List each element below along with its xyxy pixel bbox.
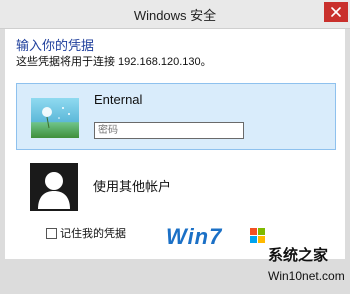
close-icon bbox=[331, 7, 341, 17]
use-other-account-tile[interactable]: 使用其他帐户 bbox=[16, 153, 336, 219]
dialog-content: 输入你的凭据 这些凭据将用于连接 192.168.120.130。 Entern… bbox=[5, 29, 345, 259]
user-avatar bbox=[31, 98, 79, 138]
generic-user-avatar bbox=[30, 163, 78, 211]
remember-credentials-label: 记住我的凭据 bbox=[60, 228, 126, 240]
use-other-account-label: 使用其他帐户 bbox=[93, 179, 172, 194]
checkbox-icon[interactable] bbox=[46, 227, 57, 239]
dialog-footer bbox=[0, 259, 350, 294]
security-dialog-window: Windows 安全 输入你的凭据 这些凭据将用于连接 192.168.120.… bbox=[0, 0, 350, 294]
password-field[interactable] bbox=[94, 122, 244, 139]
remember-credentials-checkbox[interactable]: 记住我的凭据 bbox=[46, 225, 126, 241]
account-tile-selected[interactable]: Enternal bbox=[16, 83, 336, 150]
user-silhouette-icon bbox=[38, 172, 70, 209]
account-name: Enternal bbox=[94, 92, 143, 107]
window-title: Windows 安全 bbox=[133, 8, 217, 23]
dialog-subtext: 这些凭据将用于连接 192.168.120.130。 bbox=[16, 56, 212, 68]
title-bar[interactable]: Windows 安全 bbox=[0, 0, 350, 29]
dialog-heading: 输入你的凭据 bbox=[16, 38, 95, 53]
dandelion-photo-icon bbox=[42, 107, 70, 129]
close-button[interactable] bbox=[324, 2, 348, 22]
